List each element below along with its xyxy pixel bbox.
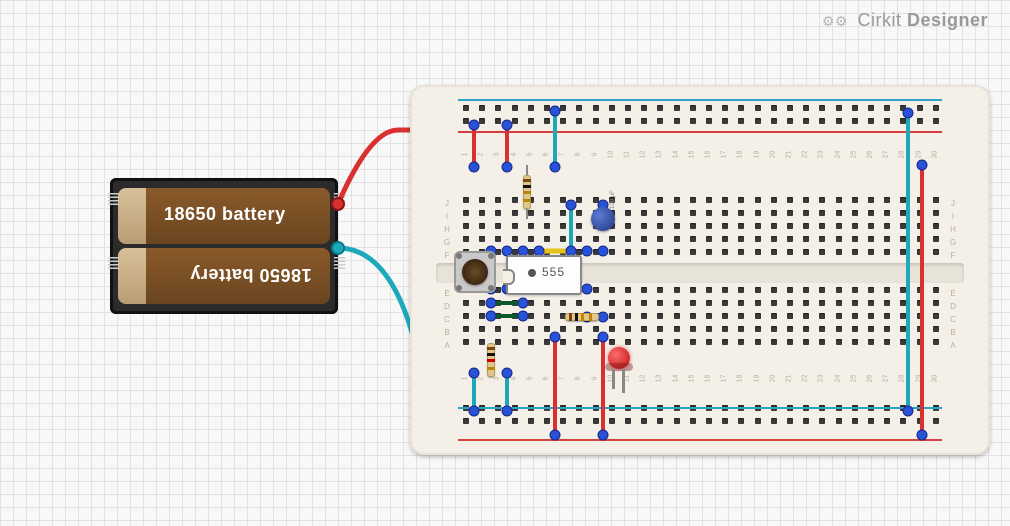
watermark-brand: ⚙⚙ Cirkit Designer xyxy=(822,10,988,31)
resistor-r1[interactable] xyxy=(523,175,531,209)
spring-icon: ≣ xyxy=(106,194,116,234)
battery-cell-top: 18650 battery xyxy=(118,188,330,244)
rail-line-bot-neg xyxy=(458,407,942,409)
battery-label: 18650 battery xyxy=(190,264,312,285)
row-labels-bot-right: EDCBA xyxy=(946,287,960,352)
col-labels-bottom: 1234567891011121314151617181920212223242… xyxy=(460,375,940,385)
battery-cell-bottom: 18650 battery xyxy=(118,248,330,304)
rail-line-top-pos xyxy=(458,131,942,133)
capacitor-marking: 100 μF xyxy=(610,190,616,209)
push-button[interactable] xyxy=(454,251,496,293)
led-red[interactable] xyxy=(608,347,630,369)
dip-notch-icon xyxy=(503,269,515,285)
brand-text-bold: Designer xyxy=(907,10,988,30)
spring-icon: ≣ xyxy=(332,194,342,234)
gear-icon: ⚙⚙ xyxy=(822,13,848,29)
capacitor-electrolytic[interactable]: 100 μF xyxy=(591,207,615,231)
brand-text-light: Cirkit xyxy=(857,10,901,30)
battery-holder-2x18650[interactable]: 18650 battery 18650 battery ≣ ≣ ≣ ≣ xyxy=(110,178,338,314)
rail-line-bot-pos xyxy=(458,439,942,441)
row-labels-bot-left: EDCBA xyxy=(440,287,454,352)
led-flange-icon xyxy=(605,363,633,371)
battery-label: 18650 battery xyxy=(164,204,286,225)
ic-555-timer[interactable]: 555 xyxy=(506,255,582,295)
ic-label: 555 xyxy=(528,265,565,279)
canvas: ⚙⚙ Cirkit Designer 18650 battery 18650 b… xyxy=(0,0,1010,526)
spring-icon: ≣ xyxy=(332,258,342,298)
row-labels-top-right: JIHGF xyxy=(946,197,960,262)
row-labels-top-left: JIHGF xyxy=(440,197,454,262)
resistor-r3[interactable] xyxy=(487,343,495,377)
button-cap-icon xyxy=(462,259,488,285)
resistor-r2[interactable] xyxy=(565,313,599,321)
col-labels-top: 1234567891011121314151617181920212223242… xyxy=(460,151,940,161)
breadboard[interactable]: JIHGF JIHGF EDCBA EDCBA 1234567891011121… xyxy=(410,85,990,455)
spring-icon: ≣ xyxy=(106,258,116,298)
